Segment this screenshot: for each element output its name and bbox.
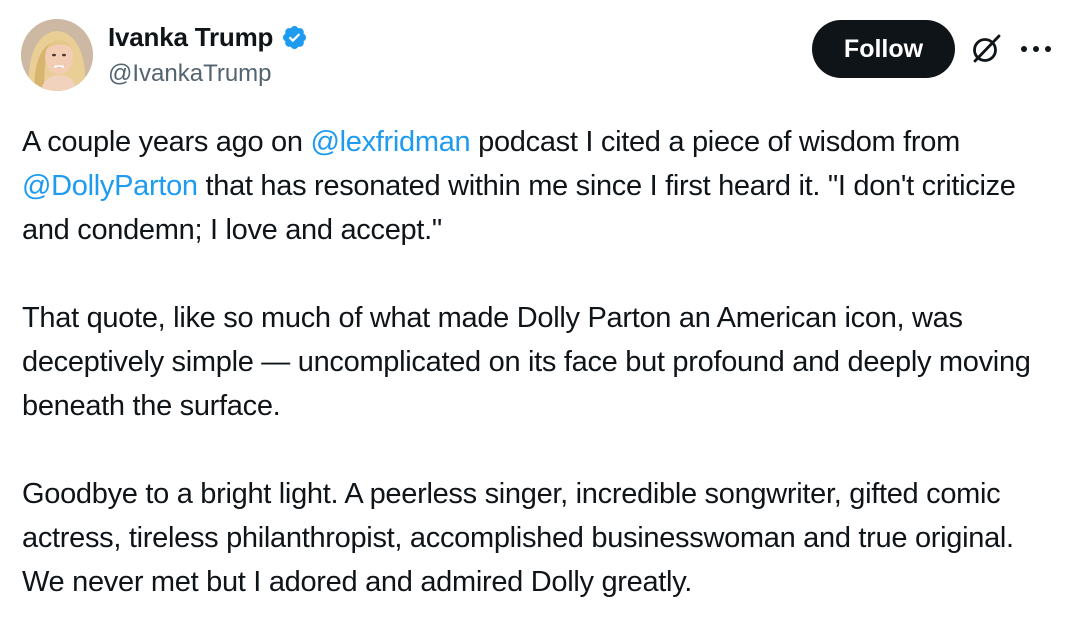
- mention-link-lexfridman[interactable]: @lexfridman: [310, 126, 470, 158]
- mention-link-dollyparton[interactable]: @DollyParton: [22, 170, 198, 202]
- name-row: Ivanka Trump: [108, 22, 308, 53]
- tweet-paragraph-2: That quote, like so much of what made Do…: [22, 302, 1031, 422]
- follow-button[interactable]: Follow: [812, 20, 955, 78]
- tweet-text: A couple years ago on @lexfridman podcas…: [22, 120, 1062, 604]
- display-name[interactable]: Ivanka Trump: [108, 22, 273, 53]
- grok-icon[interactable]: [968, 31, 1004, 67]
- tweet-paragraph-3: Goodbye to a bright light. A peerless si…: [22, 478, 1014, 598]
- tweet-text-segment: podcast I cited a piece of wisdom from: [470, 126, 960, 158]
- tweet-paragraph-1: A couple years ago on @lexfridman podcas…: [22, 120, 1062, 252]
- verified-badge-icon[interactable]: [281, 24, 308, 51]
- more-options-icon[interactable]: [1017, 35, 1055, 63]
- avatar[interactable]: [21, 19, 93, 91]
- user-handle[interactable]: @IvankaTrump: [108, 60, 272, 88]
- avatar-photo: [21, 19, 93, 91]
- tweet-header: Ivanka Trump @IvankaTrump Follow: [0, 0, 1074, 110]
- tweet-text-segment: A couple years ago on: [22, 126, 311, 158]
